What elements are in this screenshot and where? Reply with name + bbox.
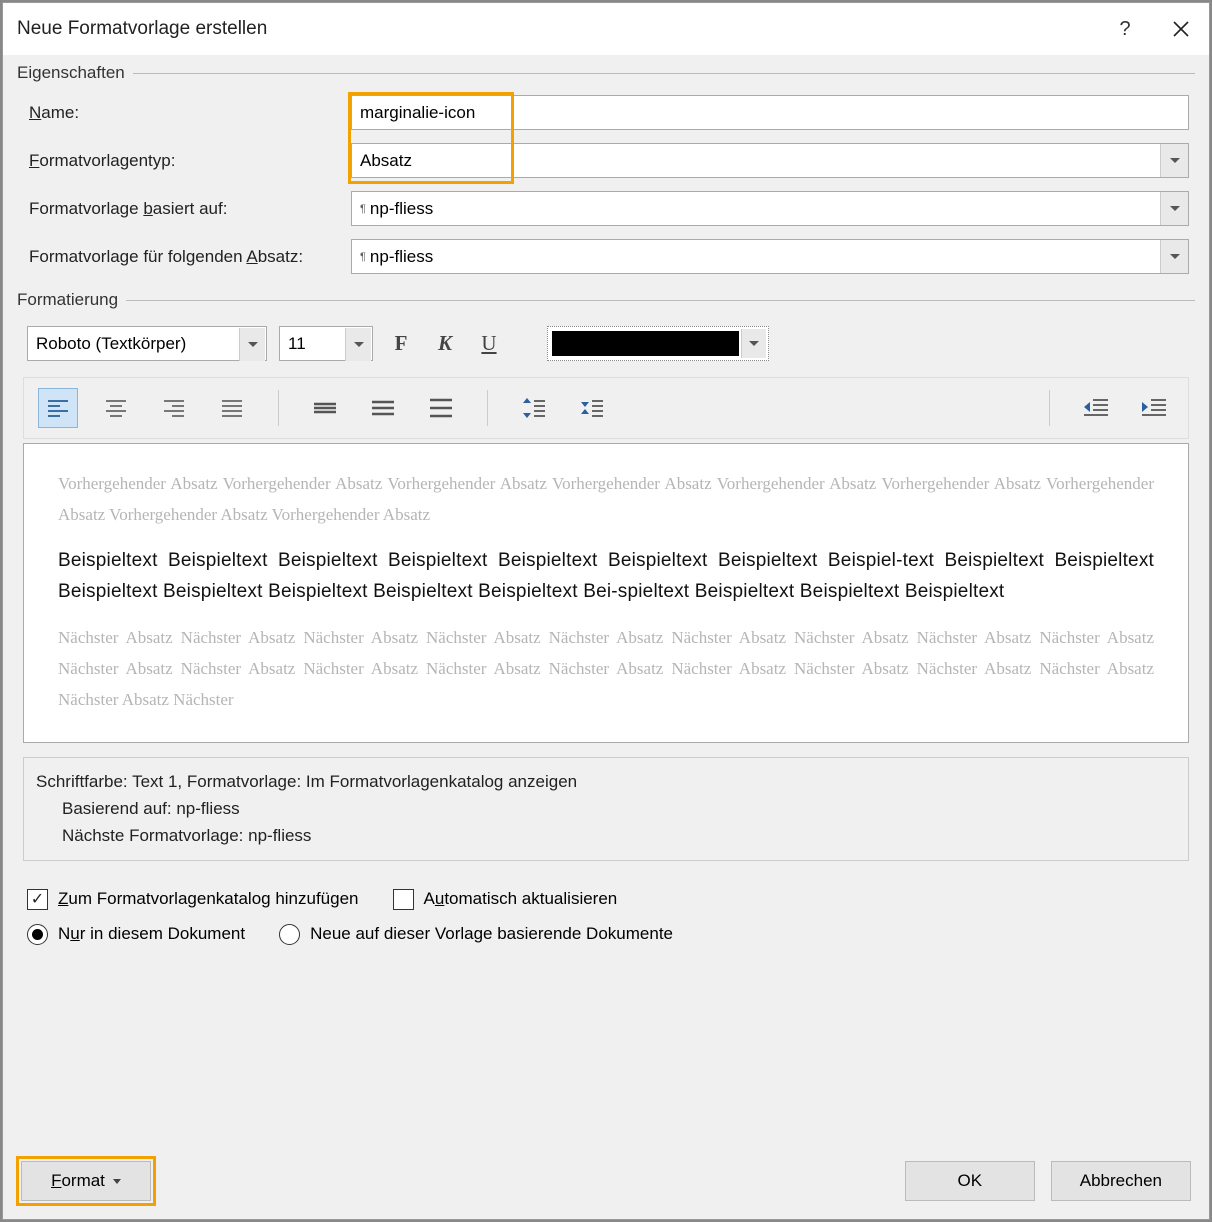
dialog-create-new-style: Neue Formatvorlage erstellen ? Eigenscha… — [2, 2, 1210, 1220]
help-button[interactable]: ? — [1097, 3, 1153, 55]
name-input[interactable] — [351, 95, 1189, 130]
chevron-down-icon — [1160, 192, 1188, 225]
paragraph-toolbar — [23, 377, 1189, 439]
chevron-down-icon — [239, 328, 265, 361]
italic-button[interactable]: K — [429, 328, 461, 360]
paragraph-icon: ¶ — [360, 251, 366, 263]
color-swatch — [552, 331, 739, 356]
line-spacing-medium-icon — [371, 399, 395, 417]
style-type-value: Absatz — [360, 151, 412, 171]
font-size-value: 11 — [288, 334, 306, 354]
increase-indent-button[interactable] — [1134, 388, 1174, 428]
style-type-combo[interactable]: Absatz — [351, 143, 1189, 178]
based-on-combo[interactable]: ¶ np-fliess — [351, 191, 1189, 226]
preview-previous-paragraph: Vorhergehender Absatz Vorhergehender Abs… — [58, 468, 1154, 531]
paragraph-icon: ¶ — [360, 203, 366, 215]
align-right-icon — [163, 399, 185, 417]
only-this-document-radio[interactable]: Nur in diesem Dokument — [27, 924, 245, 945]
line-spacing-2-button[interactable] — [421, 388, 461, 428]
new-documents-label: Neue auf dieser Vorlage basierende Dokum… — [310, 924, 673, 944]
dialog-title: Neue Formatvorlage erstellen — [17, 18, 1097, 40]
align-center-icon — [105, 399, 127, 417]
based-on-label: Formatvorlage basiert auf: — [23, 199, 351, 219]
titlebar: Neue Formatvorlage erstellen ? — [3, 3, 1209, 55]
decrease-indent-button[interactable] — [1076, 388, 1116, 428]
next-style-combo[interactable]: ¶ np-fliess — [351, 239, 1189, 274]
preview-next-paragraph: Nächster Absatz Nächster Absatz Nächster… — [58, 622, 1154, 716]
based-on-value: np-fliess — [370, 199, 433, 219]
add-to-gallery-checkbox[interactable]: ✓ Zum Formatvorlagenkatalog hinzufügen — [27, 889, 359, 910]
close-icon — [1172, 20, 1190, 38]
space-before-increase-button[interactable] — [514, 388, 554, 428]
description-line-1: Schriftfarbe: Text 1, Formatvorlage: Im … — [36, 768, 1176, 795]
chevron-down-icon — [1160, 144, 1188, 177]
preview-pane: Vorhergehender Absatz Vorhergehender Abs… — [23, 443, 1189, 743]
indent-increase-icon — [1141, 398, 1167, 418]
formatting-group: Formatierung Roboto (Textkörper) 11 F K … — [17, 290, 1195, 1141]
align-left-icon — [47, 399, 69, 417]
font-family-value: Roboto (Textkörper) — [36, 334, 186, 354]
align-justify-icon — [221, 399, 243, 417]
preview-sample-text: Beispieltext Beispieltext Beispieltext B… — [58, 545, 1154, 608]
font-color-button[interactable] — [547, 326, 769, 361]
align-left-button[interactable] — [38, 388, 78, 428]
align-center-button[interactable] — [96, 388, 136, 428]
font-toolbar: Roboto (Textkörper) 11 F K U — [23, 322, 1189, 365]
ok-button[interactable]: OK — [905, 1161, 1035, 1201]
chevron-down-icon — [741, 329, 766, 358]
align-right-button[interactable] — [154, 388, 194, 428]
style-description: Schriftfarbe: Text 1, Formatvorlage: Im … — [23, 757, 1189, 861]
close-button[interactable] — [1153, 3, 1209, 55]
line-spacing-loose-icon — [429, 397, 453, 419]
underline-button[interactable]: U — [473, 328, 505, 360]
para-space-increase-icon — [522, 397, 546, 419]
description-line-3: Nächste Formatvorlage: np-fliess — [36, 822, 1176, 849]
new-documents-radio[interactable]: Neue auf dieser Vorlage basierende Dokum… — [279, 924, 673, 945]
auto-update-checkbox[interactable]: Automatisch aktualisieren — [393, 889, 618, 910]
name-label: Name: — [23, 103, 351, 123]
properties-legend: Eigenschaften — [17, 63, 133, 83]
style-type-label: Formatvorlagentyp: — [23, 151, 351, 171]
chevron-down-icon — [345, 328, 371, 361]
format-menu-button[interactable]: Format — [21, 1161, 151, 1201]
space-before-decrease-button[interactable] — [572, 388, 612, 428]
font-size-combo[interactable]: 11 — [279, 326, 373, 361]
next-style-value: np-fliess — [370, 247, 433, 267]
line-spacing-1_5-button[interactable] — [363, 388, 403, 428]
line-spacing-1-button[interactable] — [305, 388, 345, 428]
align-justify-button[interactable] — [212, 388, 252, 428]
indent-decrease-icon — [1083, 398, 1109, 418]
font-family-combo[interactable]: Roboto (Textkörper) — [27, 326, 267, 361]
bold-button[interactable]: F — [385, 328, 417, 360]
cancel-button[interactable]: Abbrechen — [1051, 1161, 1191, 1201]
line-spacing-tight-icon — [313, 401, 337, 415]
properties-group: Eigenschaften Name: Formatvorlagentyp: A… — [17, 63, 1195, 284]
formatting-legend: Formatierung — [17, 290, 126, 310]
description-line-2: Basierend auf: np-fliess — [36, 795, 1176, 822]
chevron-down-icon — [1160, 240, 1188, 273]
dialog-footer: Format OK Abbrechen — [17, 1147, 1195, 1205]
para-space-decrease-icon — [580, 397, 604, 419]
next-style-label: Formatvorlage für folgenden Absatz: — [23, 247, 351, 267]
